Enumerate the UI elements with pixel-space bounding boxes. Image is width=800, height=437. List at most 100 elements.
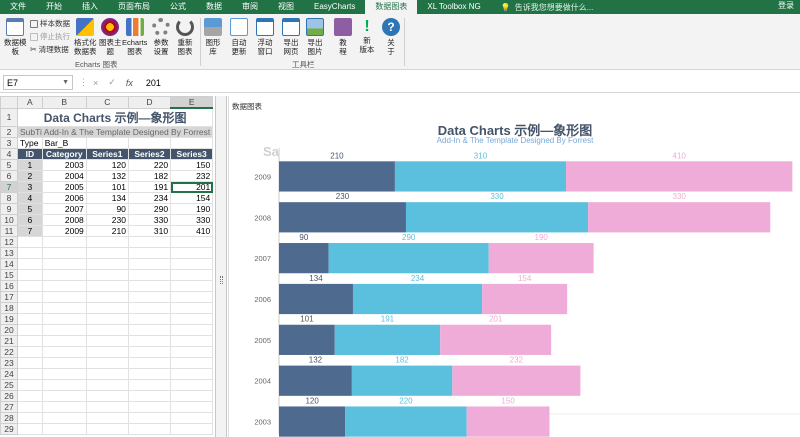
cell[interactable] — [17, 423, 43, 435]
select-all-corner[interactable] — [0, 96, 18, 109]
cell[interactable] — [127, 302, 172, 314]
data-cell[interactable]: 2003 — [41, 159, 87, 171]
row-header[interactable]: 5 — [0, 159, 18, 171]
row-header[interactable]: 12 — [0, 236, 18, 248]
cell[interactable] — [85, 346, 129, 358]
cell[interactable] — [170, 236, 214, 248]
table-header-cell[interactable]: ID — [17, 148, 43, 160]
data-cell[interactable]: 2006 — [41, 192, 87, 204]
cell[interactable] — [85, 379, 129, 391]
cell[interactable] — [85, 137, 129, 149]
cell[interactable] — [17, 401, 43, 413]
row-header[interactable]: 15 — [0, 269, 18, 281]
menu-tab[interactable]: 文件 — [0, 0, 36, 14]
column-header[interactable]: E — [170, 96, 214, 109]
export-web-button[interactable]: 导出 网页 — [282, 18, 300, 56]
cell[interactable] — [85, 258, 129, 270]
cell[interactable] — [17, 302, 43, 314]
cell[interactable] — [85, 280, 129, 292]
data-cell[interactable]: 120 — [85, 159, 129, 171]
chart-lib-button[interactable]: 图形 库 — [204, 18, 222, 56]
cell[interactable] — [127, 313, 172, 325]
id-cell[interactable]: 3 — [17, 181, 43, 193]
cell[interactable] — [41, 236, 87, 248]
cell[interactable] — [41, 346, 87, 358]
cell[interactable] — [41, 302, 87, 314]
cell[interactable] — [127, 401, 172, 413]
cell[interactable] — [17, 247, 43, 259]
data-cell[interactable]: 2009 — [41, 225, 87, 237]
cancel-button[interactable]: × — [93, 78, 98, 88]
cell[interactable] — [85, 291, 129, 303]
cell[interactable] — [170, 368, 214, 380]
cell[interactable] — [127, 357, 172, 369]
row-header[interactable]: 16 — [0, 280, 18, 292]
cell[interactable] — [41, 335, 87, 347]
cell[interactable] — [127, 280, 172, 292]
template-button[interactable]: 数据模 板 — [4, 18, 27, 56]
menu-tab[interactable]: 开始 — [36, 0, 72, 14]
data-cell[interactable]: 220 — [127, 159, 172, 171]
menu-tab[interactable]: EasyCharts — [304, 0, 365, 14]
row-header[interactable]: 23 — [0, 357, 18, 369]
cell[interactable] — [85, 368, 129, 380]
id-cell[interactable]: 7 — [17, 225, 43, 237]
name-box[interactable]: E7 ▼ — [3, 75, 73, 90]
redraw-button[interactable]: 重新 图表 — [176, 18, 194, 56]
row-header[interactable]: 1 — [0, 107, 18, 127]
sheet-title-cell[interactable]: Data Charts 示例—象形图 — [16, 107, 214, 127]
id-cell[interactable]: 2 — [17, 170, 43, 182]
cell[interactable] — [17, 324, 43, 336]
row-header[interactable]: 26 — [0, 390, 18, 402]
formula-input[interactable]: 201 — [146, 78, 161, 88]
cell[interactable] — [170, 269, 214, 281]
data-cell[interactable]: 2008 — [41, 214, 87, 226]
cell[interactable] — [170, 412, 214, 424]
about-button[interactable]: ? 关 于 — [382, 18, 400, 56]
row-header[interactable]: 4 — [0, 148, 18, 160]
row-header[interactable]: 27 — [0, 401, 18, 413]
id-cell[interactable]: 4 — [17, 192, 43, 204]
chart-theme-button[interactable]: 图表主 题 — [99, 18, 122, 56]
row-header[interactable]: 29 — [0, 423, 18, 435]
cell[interactable] — [85, 324, 129, 336]
cell[interactable] — [170, 390, 214, 402]
cell[interactable] — [85, 401, 129, 413]
data-cell[interactable]: 330 — [170, 214, 214, 226]
column-header[interactable]: B — [41, 96, 87, 109]
data-cell[interactable]: 201 — [170, 181, 214, 193]
cell[interactable] — [41, 423, 87, 435]
cell[interactable] — [41, 313, 87, 325]
row-header[interactable]: 2 — [0, 126, 18, 138]
row-header[interactable]: 25 — [0, 379, 18, 391]
id-cell[interactable]: 6 — [17, 214, 43, 226]
cell[interactable] — [127, 368, 172, 380]
data-cell[interactable]: 2005 — [41, 181, 87, 193]
cell[interactable] — [41, 368, 87, 380]
cell[interactable] — [127, 423, 172, 435]
tutorial-button[interactable]: 教 程 — [334, 18, 352, 56]
cell[interactable] — [17, 379, 43, 391]
data-cell[interactable]: 234 — [127, 192, 172, 204]
tell-me-box[interactable]: 💡 告诉我您想要做什么... — [501, 2, 594, 13]
cell[interactable] — [170, 401, 214, 413]
cell[interactable] — [170, 313, 214, 325]
cell[interactable] — [85, 269, 129, 281]
echarts-chart-button[interactable]: Echarts 图表 — [122, 18, 147, 56]
auto-update-button[interactable]: 自动 更新 — [230, 18, 248, 56]
cell[interactable] — [17, 313, 43, 325]
cell[interactable] — [41, 258, 87, 270]
cell[interactable] — [17, 291, 43, 303]
type-label-cell[interactable]: Type — [17, 137, 43, 149]
data-cell[interactable]: 150 — [170, 159, 214, 171]
cell[interactable] — [85, 412, 129, 424]
row-header[interactable]: 3 — [0, 137, 18, 149]
table-header-cell[interactable]: Series2 — [127, 148, 172, 160]
cell[interactable] — [127, 390, 172, 402]
cell[interactable] — [85, 247, 129, 259]
float-window-button[interactable]: 浮动 窗口 — [256, 18, 274, 56]
data-cell[interactable]: 410 — [170, 225, 214, 237]
menu-tab[interactable]: 审阅 — [232, 0, 268, 14]
login-link[interactable]: 登录 — [778, 0, 794, 11]
cell[interactable] — [17, 258, 43, 270]
